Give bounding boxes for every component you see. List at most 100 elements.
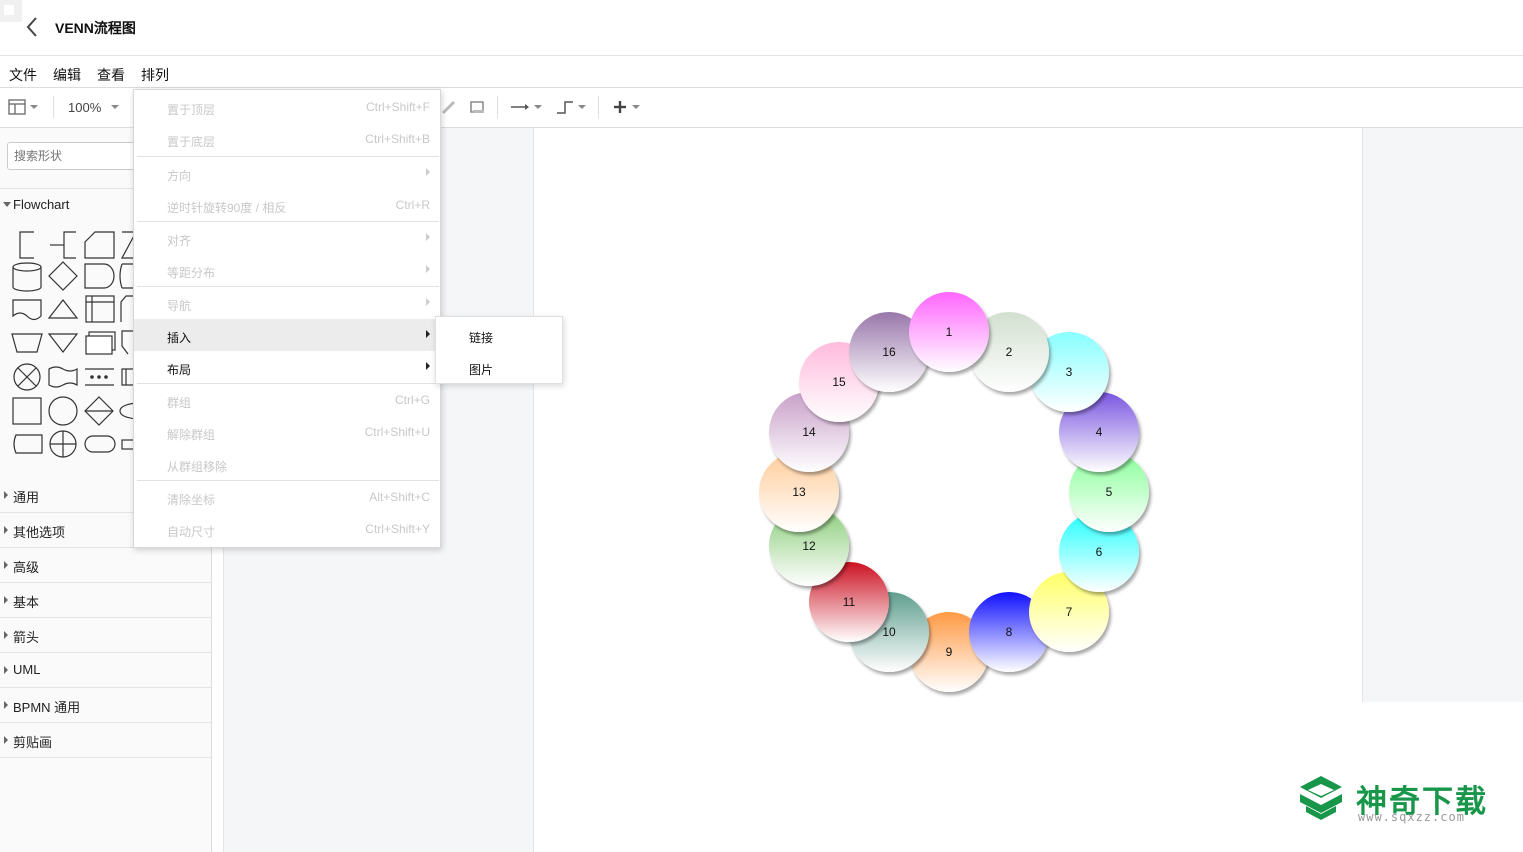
menu-item-label: 解除群组 <box>167 428 216 442</box>
chevron-down-icon <box>111 105 120 109</box>
menu-item-shortcut: Alt+Shift+C <box>369 490 430 504</box>
annotation-shape-icon <box>19 231 34 259</box>
menu-item-shortcut: Ctrl+Shift+U <box>364 425 430 439</box>
menu-item-shortcut: Ctrl+G <box>394 393 430 407</box>
menu-item-label: 方向 <box>167 169 192 183</box>
menu-item-label: 从群组移除 <box>167 460 228 474</box>
category-label: UML <box>13 662 41 677</box>
database-shape-icon <box>12 262 42 292</box>
elbow-connector-icon <box>557 101 573 114</box>
insert-button[interactable] <box>612 96 640 118</box>
venn-circle-label: 7 <box>1066 605 1073 619</box>
category-label: 其他选项 <box>13 525 66 540</box>
menu-item-navigation[interactable]: 导航 <box>134 287 440 319</box>
flowchart-shape-palette[interactable] <box>0 224 140 464</box>
zoom-value: 100% <box>68 99 102 115</box>
submenu-arrow-icon <box>426 168 430 176</box>
diagram-page[interactable] <box>533 128 1363 852</box>
menu-item-send-to-back[interactable]: 置于底层 Ctrl+Shift+B <box>134 123 440 155</box>
menu-item-label: 群组 <box>167 396 192 410</box>
menu-item-bring-to-front[interactable]: 置于顶层 Ctrl+Shift+F <box>134 91 440 123</box>
category-basic[interactable]: 基本 <box>0 583 211 618</box>
expand-triangle-icon <box>4 631 8 639</box>
chevron-down-icon <box>534 105 542 109</box>
arrow-right-icon <box>511 104 529 110</box>
waypoints-select[interactable] <box>556 96 586 118</box>
format-panel-toggle[interactable] <box>8 96 38 118</box>
submenu-arrow-icon <box>426 265 430 273</box>
category-uml[interactable]: UML <box>0 653 211 688</box>
menu-item-group[interactable]: 群组 Ctrl+G <box>134 384 440 416</box>
expand-triangle-icon <box>4 526 8 534</box>
menu-item-label: 等距分布 <box>167 266 216 280</box>
menu-item-direction[interactable]: 方向 <box>134 157 440 189</box>
title-bar: VENN流程图 <box>0 0 1523 56</box>
category-clipart[interactable]: 剪贴画 <box>0 723 211 758</box>
multi-document-shape-icon <box>85 331 116 355</box>
menu-item-label: 对齐 <box>167 234 192 248</box>
menu-item-layout[interactable]: 布局 <box>134 351 440 383</box>
menu-file[interactable]: 文件 <box>9 65 37 85</box>
menu-view[interactable]: 查看 <box>97 65 125 85</box>
category-label: BPMN 通用 <box>13 700 81 715</box>
menu-item-label: 清除坐标 <box>167 493 216 507</box>
venn-circle-1[interactable]: 1 <box>909 292 989 372</box>
expand-triangle-icon <box>4 596 8 604</box>
venn-circle-label: 11 <box>843 595 856 609</box>
venn-circle-label: 12 <box>802 539 816 553</box>
menu-item-shortcut: Ctrl+Shift+Y <box>365 522 430 536</box>
menu-item-label: 插入 <box>167 331 192 345</box>
pencil-icon <box>441 100 456 115</box>
chevron-down-icon <box>30 105 38 109</box>
category-arrows[interactable]: 箭头 <box>0 618 211 653</box>
manual-operation-shape-icon <box>11 333 43 353</box>
menu-item-rotate[interactable]: 逆时针旋转90度 / 相反 Ctrl+R <box>134 189 440 221</box>
submenu-arrow-icon <box>426 330 430 338</box>
card-shape-icon <box>84 231 115 259</box>
menu-item-distribute[interactable]: 等距分布 <box>134 254 440 286</box>
expand-triangle-icon <box>4 561 8 569</box>
venn-circle-label: 1 <box>946 325 953 339</box>
shadow-button[interactable] <box>468 96 486 118</box>
menu-edit[interactable]: 编辑 <box>53 65 81 85</box>
or-shape-icon <box>13 363 41 391</box>
connection-style-select[interactable] <box>510 96 542 118</box>
flowchart-category-label: Flowchart <box>13 197 70 212</box>
menu-item-align[interactable]: 对齐 <box>134 222 440 254</box>
menu-bar: 文件 编辑 查看 排列 <box>0 57 1523 88</box>
document-shape-icon <box>12 299 42 321</box>
submenu-item-label: 链接 <box>469 331 494 345</box>
decision-shape-icon <box>48 261 78 291</box>
chevron-down-icon <box>632 105 640 109</box>
menu-item-shortcut: Ctrl+Shift+F <box>365 100 430 114</box>
menu-arrange[interactable]: 排列 <box>141 65 169 85</box>
venn-circle-label: 8 <box>1006 625 1013 639</box>
menu-item-shortcut: Ctrl+R <box>395 198 430 212</box>
menu-item-label: 布局 <box>167 363 192 377</box>
submenu-arrow-icon <box>426 362 430 370</box>
submenu-item-link[interactable]: 链接 <box>436 319 562 351</box>
window-corner-icon <box>0 0 22 22</box>
menu-item-remove-from-group[interactable]: 从群组移除 <box>134 448 440 480</box>
menu-item-label: 置于顶层 <box>167 103 216 117</box>
submenu-item-label: 图片 <box>469 363 494 377</box>
expand-triangle-icon <box>4 701 8 709</box>
extract-shape-icon <box>47 299 79 319</box>
venn-circle-label: 13 <box>792 485 806 499</box>
menu-item-autosize[interactable]: 自动尺寸 Ctrl+Shift+Y <box>134 513 440 545</box>
shadow-box-icon <box>470 101 484 113</box>
back-arrow-icon[interactable] <box>22 14 44 40</box>
category-bpmn[interactable]: BPMN 通用 <box>0 688 211 723</box>
insert-submenu: 链接 图片 <box>435 316 563 384</box>
arrange-menu-dropdown: 置于顶层 Ctrl+Shift+F 置于底层 Ctrl+Shift+B 方向 逆… <box>133 89 441 548</box>
submenu-item-image[interactable]: 图片 <box>436 351 562 383</box>
category-advanced[interactable]: 高级 <box>0 548 211 583</box>
menu-item-clear-waypoints[interactable]: 清除坐标 Alt+Shift+C <box>134 481 440 513</box>
line-color-button[interactable] <box>440 96 456 118</box>
annotation-tree-shape-icon <box>50 231 76 259</box>
zoom-select[interactable]: 100% <box>68 96 120 118</box>
search-shapes-input[interactable] <box>7 142 147 170</box>
menu-item-ungroup[interactable]: 解除群组 Ctrl+Shift+U <box>134 416 440 448</box>
category-label: 高级 <box>13 560 40 575</box>
menu-item-insert[interactable]: 插入 <box>134 319 440 351</box>
